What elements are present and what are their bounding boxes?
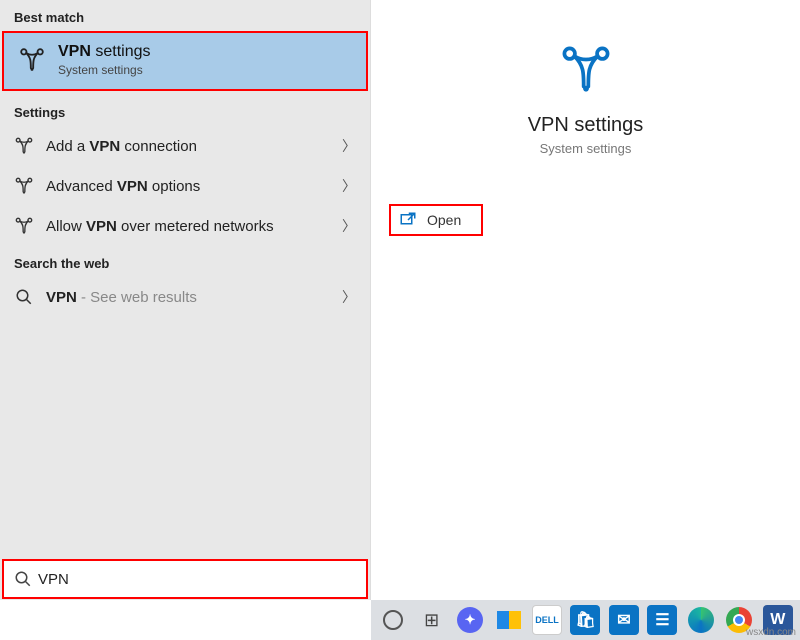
open-label: Open [427, 212, 461, 228]
search-box[interactable] [2, 559, 368, 599]
search-results-panel: Best match VPN settings System settings … [0, 0, 371, 600]
settings-item-allow-vpn-metered[interactable]: Allow VPN over metered networks 〉 [0, 206, 370, 246]
taskbar-mail[interactable]: ✉ [606, 600, 642, 640]
result-label: Allow VPN over metered networks [46, 218, 330, 235]
result-detail-panel: VPN settings System settings Open [371, 0, 800, 600]
taskbar-dell[interactable]: DELL [529, 600, 565, 640]
chevron-right-icon: 〉 [342, 216, 356, 236]
open-icon [399, 212, 417, 228]
taskbar-file-explorer[interactable] [490, 600, 526, 640]
settings-header: Settings [0, 95, 370, 126]
chevron-right-icon: 〉 [342, 176, 356, 196]
best-match-title: VPN settings [58, 43, 151, 61]
taskbar-discord[interactable]: ✦ [452, 600, 488, 640]
settings-item-add-vpn[interactable]: Add a VPN connection 〉 [0, 126, 370, 166]
taskbar-store[interactable]: 🛍 [567, 600, 603, 640]
result-label: Add a VPN connection [46, 138, 330, 155]
best-match-text: VPN settings System settings [58, 43, 151, 77]
chevron-right-icon: 〉 [342, 287, 356, 307]
vpn-icon [14, 136, 34, 156]
vpn-icon [14, 216, 34, 236]
best-match-subtitle: System settings [58, 63, 151, 77]
folder-icon [497, 611, 521, 629]
detail-icon [371, 42, 800, 98]
best-match-vpn-settings[interactable]: VPN settings System settings [2, 31, 368, 91]
taskbar-cortana[interactable] [375, 600, 411, 640]
vpn-icon [558, 42, 614, 98]
open-button[interactable]: Open [389, 204, 483, 236]
settings-item-advanced-vpn[interactable]: Advanced VPN options 〉 [0, 166, 370, 206]
vpn-icon [14, 176, 34, 196]
detail-subtitle: System settings [371, 141, 800, 156]
result-label: VPN - See web results [46, 289, 330, 306]
search-icon [14, 287, 34, 307]
taskbar-edge[interactable] [683, 600, 719, 640]
taskbar-task-view[interactable]: ⊞ [413, 600, 449, 640]
watermark: wsxdn.com [746, 627, 796, 638]
search-input[interactable] [38, 571, 356, 588]
result-label: Advanced VPN options [46, 178, 330, 195]
search-icon [14, 570, 32, 588]
taskbar-calendar[interactable]: ☰ [644, 600, 680, 640]
vpn-icon [18, 46, 46, 74]
web-header: Search the web [0, 246, 370, 277]
detail-title: VPN settings [371, 114, 800, 137]
best-match-header: Best match [0, 0, 370, 31]
chevron-right-icon: 〉 [342, 136, 356, 156]
taskbar: ⊞ ✦ DELL 🛍 ✉ ☰ W [371, 600, 800, 640]
web-item-vpn[interactable]: VPN - See web results 〉 [0, 277, 370, 317]
